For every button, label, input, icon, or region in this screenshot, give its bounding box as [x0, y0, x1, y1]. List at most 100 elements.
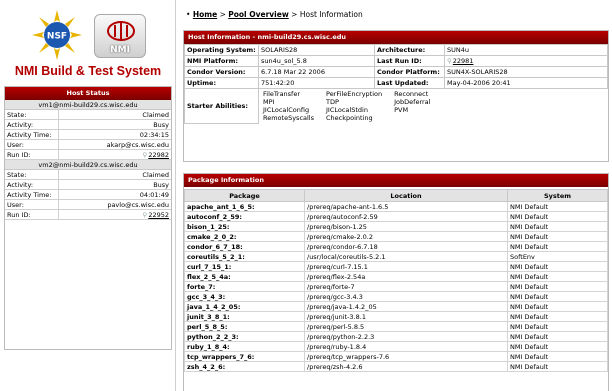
package-name: cmake_2_0_2:	[184, 231, 305, 242]
package-name: tcp_wrappers_7_6:	[184, 351, 305, 362]
status-row: Run ID: ⚲22982	[5, 150, 171, 160]
package-location: /prereq/curl-7.15.1	[304, 261, 508, 272]
table-row: junit_3_8_1:/prereq/junit-3.8.1 NMI Defau…	[184, 311, 608, 322]
breadcrumb-separator: >	[219, 10, 226, 19]
status-value-cell: pavlo@cs.wisc.edu	[59, 200, 171, 209]
wrench-icon: ⚲	[142, 211, 148, 219]
status-key: Activity Time:	[5, 190, 59, 199]
column-header-system: System	[507, 189, 608, 202]
package-location: /prereq/zsh-4.2.6	[304, 361, 508, 372]
nsf-logo: NSF	[32, 10, 82, 60]
info-value-cell: SUN4X-SOLARIS28	[444, 66, 608, 78]
status-value: Claimed	[142, 171, 169, 179]
table-row: zsh_4_2_6:/prereq/zsh-4.2.6 NMI Default	[184, 361, 608, 372]
package-location: /prereq/forte-7	[304, 281, 508, 292]
status-key: User:	[5, 200, 59, 209]
package-name: forte_7:	[184, 281, 305, 292]
package-location: /prereq/bison-1.25	[304, 221, 508, 232]
package-name: junit_3_8_1:	[184, 311, 305, 322]
ability-item: PVM	[394, 106, 409, 114]
starter-abilities-label: Starter Abilities:	[184, 88, 259, 124]
package-name: python_2_2_3:	[184, 331, 305, 342]
wrench-icon: ⚲	[142, 151, 148, 159]
package-information-header: Package Information	[184, 174, 608, 187]
status-row: Activity: Busy	[5, 180, 171, 190]
info-value: 751:42:20	[258, 77, 375, 89]
column-header-location: Location	[304, 189, 508, 202]
info-value-cell: ⚲22981	[444, 55, 608, 67]
host-information-table: Operating System: SOLARIS28 Architecture: S…	[184, 44, 608, 124]
status-row: State: Claimed	[5, 110, 171, 120]
package-system: NMI Default	[507, 321, 608, 332]
status-key: State:	[5, 110, 59, 119]
table-row: ruby_1_8_4:/prereq/ruby-1.8.4 NMI Default	[184, 341, 608, 352]
host-status-panel: Host Status vm1@nmi-build29.cs.wisc.edu S…	[4, 86, 172, 350]
package-name: java_1_4_2_05:	[184, 301, 305, 312]
run-id-link[interactable]: 22952	[148, 211, 169, 219]
vm-list: vm1@nmi-build29.cs.wisc.edu State: Claimed…	[5, 100, 171, 220]
package-system: NMI Default	[507, 301, 608, 312]
package-name: zsh_4_2_6:	[184, 361, 305, 372]
package-location: /prereq/junit-3.8.1	[304, 311, 508, 322]
table-row: perl_5_8_5:/prereq/perl-5.8.5 NMI Default	[184, 321, 608, 332]
status-key: State:	[5, 170, 59, 179]
status-value-cell: akarp@cs.wisc.edu	[59, 140, 171, 149]
ability-item: JobDeferral	[394, 98, 431, 106]
info-label: Uptime:	[184, 77, 259, 89]
package-name: curl_7_15_1:	[184, 261, 305, 272]
breadcrumb-pool-overview-link[interactable]: Pool Overview	[228, 10, 289, 19]
status-key: Activity:	[5, 120, 59, 129]
package-system: NMI Default	[507, 281, 608, 292]
wrench-icon: ⚲	[447, 57, 452, 65]
package-location: /prereq/python-2.2.3	[304, 331, 508, 342]
ability-item: PerFileEncryption	[326, 90, 383, 98]
info-label: Last Updated:	[374, 77, 445, 89]
package-name: autoconf_2_59:	[184, 211, 305, 222]
package-system: NMI Default	[507, 221, 608, 232]
starter-abilities-row: Starter Abilities: FileTransfer MPI JICLoc…	[184, 88, 608, 124]
host-status-header: Host Status	[5, 87, 171, 100]
status-key: Run ID:	[5, 210, 59, 219]
breadcrumb-home-link[interactable]: Home	[193, 10, 217, 19]
status-row: User: pavlo@cs.wisc.edu	[5, 200, 171, 210]
package-name: apache_ant_1_6_5:	[184, 201, 305, 212]
run-id-link[interactable]: 22982	[148, 151, 169, 159]
table-row: java_1_4_2_05:/prereq/java-1.4.2_05 NMI D…	[184, 301, 608, 312]
package-system: NMI Default	[507, 211, 608, 222]
info-value: SOLARIS28	[258, 44, 375, 56]
info-value: May-04-2006 20:41	[447, 79, 511, 87]
status-key: Run ID:	[5, 150, 59, 159]
info-value-cell: SUN4u	[444, 44, 608, 56]
package-name: gcc_3_4_3:	[184, 291, 305, 302]
package-location: /usr/local/coreutils-5.2.1	[304, 251, 508, 262]
table-row: cmake_2_0_2:/prereq/cmake-2.0.2 NMI Defau…	[184, 231, 608, 242]
host-information-header: Host Information - nmi-build29.cs.wisc.e…	[184, 31, 608, 44]
svg-text:NSF: NSF	[47, 32, 67, 42]
status-value: Claimed	[142, 111, 169, 119]
info-label: Architecture:	[374, 44, 445, 56]
breadcrumb-separator: >	[291, 10, 298, 19]
column-header-package: Package	[184, 189, 305, 202]
status-value-cell: ⚲22982	[59, 150, 171, 159]
vm-title: vm2@nmi-build29.cs.wisc.edu	[5, 160, 171, 170]
status-row: Activity: Busy	[5, 120, 171, 130]
status-value: 02:34:15	[139, 131, 169, 139]
host-info-row: NMI Platform: sun4u_sol_5.8 Last Run ID: ⚲2…	[184, 55, 608, 67]
ability-item: JICLocalConfig	[263, 106, 310, 114]
ability-item: Reconnect	[394, 90, 429, 98]
last-run-id-link[interactable]: 22981	[453, 57, 474, 65]
left-sidebar: NSF NMI NMI Build & Test System Host Sta…	[0, 0, 176, 391]
package-system: NMI Default	[507, 241, 608, 252]
package-location: /prereq/perl-5.8.5	[304, 321, 508, 332]
status-value: Busy	[153, 181, 169, 189]
status-key: Activity Time:	[5, 130, 59, 139]
package-location: /prereq/java-1.4.2_05	[304, 301, 508, 312]
package-information-panel: Package Information Package Location Sys…	[183, 173, 609, 391]
package-system: NMI Default	[507, 331, 608, 342]
site-title: NMI Build & Test System	[14, 64, 162, 78]
host-info-row: Uptime: 751:42:20 Last Updated: May-04-2006…	[184, 77, 608, 89]
status-row: State: Claimed	[5, 170, 171, 180]
status-row: User: akarp@cs.wisc.edu	[5, 140, 171, 150]
ability-item: FileTransfer	[263, 90, 301, 98]
status-row: Activity Time: 02:34:15	[5, 130, 171, 140]
